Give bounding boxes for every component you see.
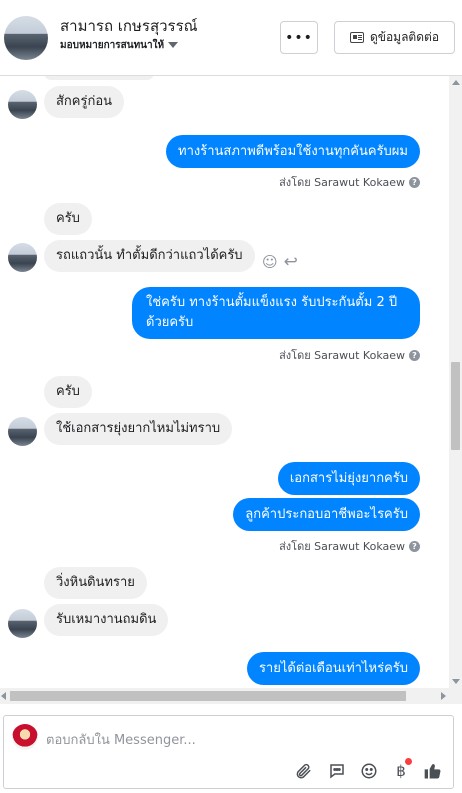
caret-down-icon: [168, 42, 179, 48]
sender-avatar: [8, 417, 37, 446]
assign-conversation-dropdown[interactable]: มอบหมายการสนทนาให้: [60, 38, 179, 53]
outgoing-message[interactable]: ทางร้านสภาพดีพร้อมใช้งานทุกคันครับผม: [166, 135, 420, 168]
baht-icon[interactable]: ฿: [390, 758, 412, 782]
page-avatar: [12, 724, 38, 750]
reply-input[interactable]: [46, 731, 426, 749]
sender-avatar: [8, 90, 37, 119]
incoming-message[interactable]: รับเหมางานถมดิน: [44, 604, 169, 636]
sender-avatar: [8, 243, 37, 272]
sent-by-label: ส่งโดย Sarawut Kokaew ?: [279, 173, 420, 191]
scroll-down-arrow-icon[interactable]: [452, 679, 460, 684]
help-icon[interactable]: ?: [409, 540, 420, 552]
sent-by-text: ส่งโดย Sarawut Kokaew: [279, 540, 405, 553]
sender-avatar: [8, 609, 37, 638]
scroll-up-arrow-icon[interactable]: [452, 80, 460, 85]
scroll-right-arrow-icon[interactable]: [441, 692, 446, 700]
outgoing-message[interactable]: รายได้ต่อเดือนเท่าไหร่ครับ: [246, 652, 420, 685]
incoming-message[interactable]: ใช้เอกสารยุ่งยากไหมไม่ทราบ: [44, 413, 233, 445]
contact-avatar[interactable]: [4, 16, 48, 60]
help-icon[interactable]: ?: [409, 349, 420, 361]
outgoing-message[interactable]: ใช่ครับ ทางร้านตั้มแข็งแรง รับประกันตั้ม…: [132, 287, 420, 339]
view-contact-info-button[interactable]: ดูข้อมูลติดต่อ: [334, 21, 455, 54]
scrollbar-thumb[interactable]: [10, 691, 406, 701]
vertical-scrollbar[interactable]: [449, 76, 462, 688]
react-emoji-icon[interactable]: ☺: [262, 253, 278, 271]
message-actions: ☺ ↩: [262, 252, 298, 272]
conversation-header: สามารถ เกษรสุวรรณ์ มอบหมายการสนทนาให้ ••…: [0, 0, 462, 76]
contact-card-icon: [349, 32, 364, 43]
scrollbar-thumb[interactable]: [451, 362, 460, 450]
outgoing-message[interactable]: ลูกค้าประกอบอาชีพอะไรครับ: [233, 498, 420, 531]
reply-composer: ฿: [3, 715, 454, 789]
notification-dot: [405, 758, 412, 765]
sent-by-text: ส่งโดย Sarawut Kokaew: [279, 176, 405, 189]
contact-name[interactable]: สามารถ เกษรสุวรรณ์: [60, 14, 198, 38]
smile-icon[interactable]: [358, 760, 380, 782]
speech-bubble-icon[interactable]: [326, 760, 348, 782]
incoming-message[interactable]: ครับ: [44, 203, 92, 235]
incoming-message[interactable]: วิ่งหินดินทราย: [44, 567, 147, 599]
message-line: ด้วยครับ: [146, 315, 194, 330]
thumbs-up-icon[interactable]: [422, 760, 444, 782]
view-contact-info-label: ดูข้อมูลติดต่อ: [369, 30, 440, 44]
message-thread[interactable]: สักครู่ก่อน ทางร้านสภาพดีพร้อมใช้งานทุกค…: [0, 76, 449, 688]
more-options-button[interactable]: •••: [280, 21, 318, 54]
reply-arrow-icon[interactable]: ↩: [284, 252, 298, 272]
baht-symbol: ฿: [396, 762, 406, 780]
horizontal-scrollbar[interactable]: [0, 688, 462, 704]
sent-by-label: ส่งโดย Sarawut Kokaew ?: [279, 537, 420, 555]
outgoing-message[interactable]: เอกสารไม่ยุ่งยากครับ: [277, 462, 420, 495]
paperclip-icon[interactable]: [292, 760, 314, 782]
message-bubble-partial: [44, 76, 154, 80]
incoming-message[interactable]: รถแถวนั้น ทำตั้มดีกว่าแถวได้ครับ: [44, 240, 255, 272]
scroll-left-arrow-icon[interactable]: [1, 692, 6, 700]
sent-by-text: ส่งโดย Sarawut Kokaew: [279, 349, 405, 362]
assign-conversation-label: มอบหมายการสนทนาให้: [60, 40, 165, 51]
incoming-message[interactable]: ครับ: [44, 376, 92, 408]
incoming-message[interactable]: สักครู่ก่อน: [44, 86, 125, 118]
message-line: ใช่ครับ ทางร้านตั้มแข็งแรง รับประกันตั้ม…: [146, 295, 398, 310]
help-icon[interactable]: ?: [409, 176, 420, 188]
sent-by-label: ส่งโดย Sarawut Kokaew ?: [279, 346, 420, 364]
